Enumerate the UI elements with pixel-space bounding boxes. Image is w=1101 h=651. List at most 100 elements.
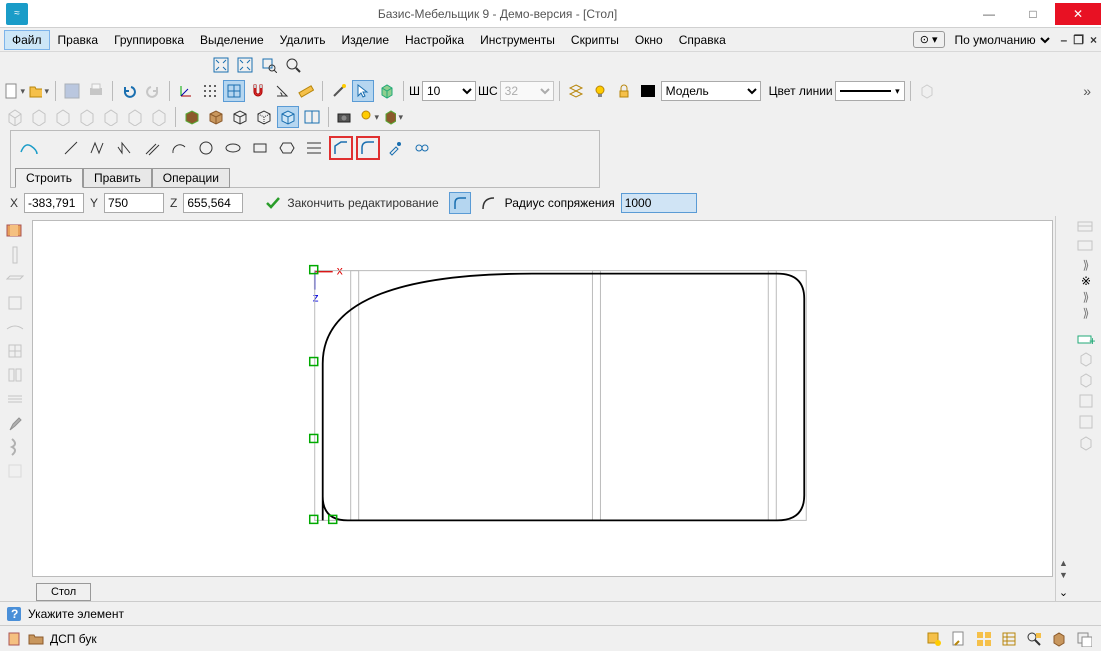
hexagon-icon[interactable] bbox=[275, 136, 299, 160]
sb-icon6[interactable] bbox=[1048, 628, 1070, 650]
sb-icon7[interactable] bbox=[1073, 628, 1095, 650]
lt-grid-icon[interactable] bbox=[4, 340, 26, 362]
view-back-icon[interactable] bbox=[28, 106, 50, 128]
rt-box2-icon[interactable] bbox=[1078, 372, 1094, 391]
line-icon[interactable] bbox=[59, 136, 83, 160]
rt-panel1-icon[interactable] bbox=[1077, 220, 1095, 237]
menu-group[interactable]: Группировка bbox=[106, 30, 192, 50]
vertical-scrollbar[interactable]: ▲ ▼ ⌄ bbox=[1055, 216, 1071, 601]
undo-button[interactable] bbox=[118, 80, 140, 102]
doc-tab-stol[interactable]: Стол bbox=[36, 583, 91, 601]
lt-lines-icon[interactable] bbox=[4, 388, 26, 410]
menu-delete[interactable]: Удалить bbox=[272, 30, 334, 50]
lt-sheet-icon[interactable] bbox=[4, 292, 26, 314]
rt-hinge3-icon[interactable]: ⟫ bbox=[1083, 290, 1090, 304]
parallel-icon[interactable] bbox=[140, 136, 164, 160]
layout-combo[interactable]: По умолчанию bbox=[951, 30, 1053, 50]
zoom-window-icon[interactable] bbox=[258, 54, 280, 76]
radius-input[interactable] bbox=[621, 193, 697, 213]
clipboard-icon[interactable] bbox=[6, 631, 22, 647]
line-style-combo[interactable]: ▾ bbox=[835, 81, 905, 101]
x-input[interactable] bbox=[24, 193, 84, 213]
viewport-split-icon[interactable] bbox=[301, 106, 323, 128]
rect-icon[interactable] bbox=[248, 136, 272, 160]
lt-brush-icon[interactable] bbox=[4, 412, 26, 434]
camera-icon[interactable] bbox=[334, 106, 356, 128]
z-input[interactable] bbox=[183, 193, 243, 213]
sb-icon4[interactable] bbox=[998, 628, 1020, 650]
link-icon[interactable] bbox=[410, 136, 434, 160]
sb-icon1[interactable] bbox=[923, 628, 945, 650]
render-solid-icon[interactable] bbox=[181, 106, 203, 128]
material-box-icon[interactable] bbox=[382, 106, 404, 128]
lt-split-icon[interactable] bbox=[4, 364, 26, 386]
width-combo[interactable]: 10 bbox=[422, 81, 476, 101]
menu-scripts[interactable]: Скрипты bbox=[563, 30, 627, 50]
mdi-minimize[interactable]: – bbox=[1061, 33, 1068, 47]
angle-icon[interactable] bbox=[271, 80, 293, 102]
tangent-lines-icon[interactable] bbox=[302, 136, 326, 160]
eyedropper-icon[interactable] bbox=[383, 136, 407, 160]
mdi-close[interactable]: × bbox=[1090, 33, 1097, 47]
rt-box3-icon[interactable] bbox=[1078, 393, 1094, 412]
folder-icon[interactable] bbox=[28, 631, 44, 647]
snap-grid-icon[interactable] bbox=[223, 80, 245, 102]
lt-bar-icon[interactable] bbox=[4, 244, 26, 266]
ruler-icon[interactable] bbox=[295, 80, 317, 102]
polyline-icon[interactable] bbox=[86, 136, 110, 160]
layers-icon[interactable] bbox=[565, 80, 587, 102]
sb-icon5[interactable] bbox=[1023, 628, 1045, 650]
tab-ops[interactable]: Операции bbox=[152, 168, 230, 188]
menu-tools[interactable]: Инструменты bbox=[472, 30, 563, 50]
lt-profile-icon[interactable] bbox=[4, 436, 26, 458]
zoom-icon[interactable] bbox=[282, 54, 304, 76]
rt-hinge4-icon[interactable]: ⟫ bbox=[1083, 306, 1090, 320]
overflow-chevron[interactable]: » bbox=[1083, 83, 1091, 99]
menu-product[interactable]: Изделие bbox=[333, 30, 397, 50]
menu-file[interactable]: Файл bbox=[4, 30, 50, 50]
lock-icon[interactable] bbox=[613, 80, 635, 102]
sb-icon2[interactable] bbox=[948, 628, 970, 650]
axes-icon[interactable] bbox=[175, 80, 197, 102]
save-button[interactable] bbox=[61, 80, 83, 102]
circle-icon[interactable] bbox=[194, 136, 218, 160]
menu-select[interactable]: Выделение bbox=[192, 30, 272, 50]
view-front-icon[interactable] bbox=[4, 106, 26, 128]
tab-build[interactable]: Строить bbox=[15, 168, 83, 188]
lt-edge-icon[interactable] bbox=[4, 316, 26, 338]
rt-panel2-icon[interactable] bbox=[1077, 239, 1095, 256]
rt-hinge1-icon[interactable]: ⟫ bbox=[1083, 258, 1090, 272]
minimize-button[interactable]: — bbox=[967, 3, 1011, 25]
rt-hinge2-icon[interactable]: ※ bbox=[1081, 274, 1091, 288]
key-indicator[interactable]: ⊙ ▾ bbox=[913, 31, 945, 48]
mdi-restore[interactable]: ❐ bbox=[1073, 33, 1084, 47]
open-button[interactable] bbox=[28, 80, 50, 102]
lt-hidden-icon[interactable] bbox=[4, 460, 26, 482]
view-iso-icon[interactable] bbox=[148, 106, 170, 128]
fillet-mode1-icon[interactable] bbox=[449, 192, 471, 214]
render-shaded-icon[interactable] bbox=[205, 106, 227, 128]
menu-edit[interactable]: Правка bbox=[50, 30, 107, 50]
menu-settings[interactable]: Настройка bbox=[397, 30, 472, 50]
tab-edit[interactable]: Править bbox=[83, 168, 152, 188]
chamfer-icon[interactable] bbox=[329, 136, 353, 160]
view-left-icon[interactable] bbox=[52, 106, 74, 128]
menu-help[interactable]: Справка bbox=[671, 30, 734, 50]
rt-box1-icon[interactable] bbox=[1078, 351, 1094, 370]
render-wire-icon[interactable] bbox=[229, 106, 251, 128]
bulb-icon[interactable] bbox=[589, 80, 611, 102]
box-small-icon[interactable] bbox=[916, 80, 938, 102]
render-hidden-icon[interactable] bbox=[253, 106, 275, 128]
fillet-mode2-icon[interactable] bbox=[477, 192, 499, 214]
step-combo[interactable]: 32 bbox=[500, 81, 554, 101]
finish-edit-link[interactable]: Закончить редактирование bbox=[287, 196, 438, 210]
check-icon[interactable] bbox=[265, 195, 281, 211]
lt-slab-icon[interactable] bbox=[4, 268, 26, 290]
lt-panel-icon[interactable] bbox=[4, 220, 26, 242]
select-mode-icon[interactable] bbox=[352, 80, 374, 102]
redo-button[interactable] bbox=[142, 80, 164, 102]
grid-icon[interactable] bbox=[199, 80, 221, 102]
new-button[interactable] bbox=[4, 80, 26, 102]
view-top-icon[interactable] bbox=[100, 106, 122, 128]
view-bottom-icon[interactable] bbox=[124, 106, 146, 128]
